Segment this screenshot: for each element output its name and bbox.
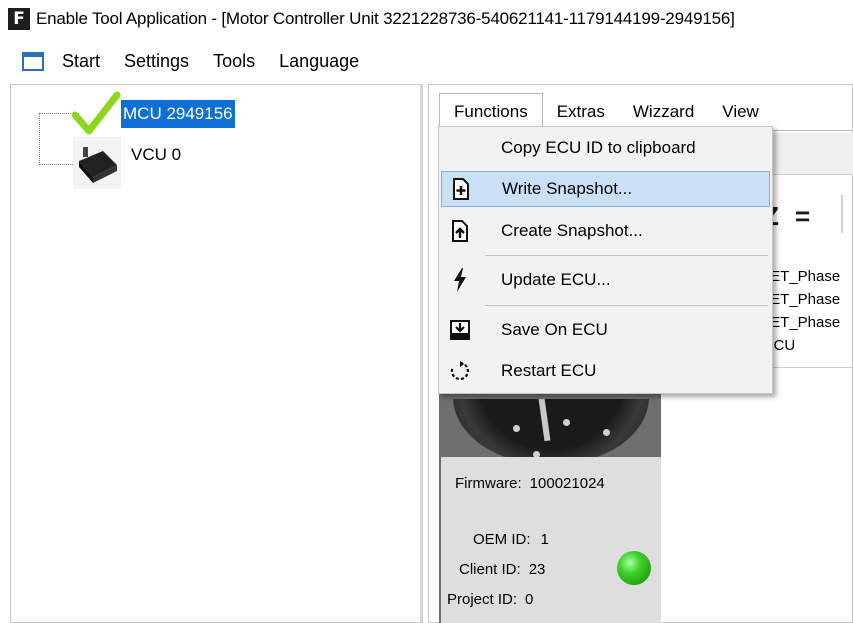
vcu-device-icon: [73, 137, 121, 189]
device-tree[interactable]: MCU 2949156 VCU 0: [10, 84, 423, 623]
status-led: [617, 551, 651, 585]
restart-icon: [441, 361, 479, 381]
write-snapshot-icon: [442, 178, 480, 200]
menu-bar: Start Settings Tools Language: [0, 40, 853, 82]
oem-id-label: OEM ID:: [473, 531, 531, 548]
save-icon: [441, 320, 479, 340]
menu-language[interactable]: Language: [279, 51, 359, 72]
menu-start[interactable]: Start: [62, 51, 100, 72]
motor-controller-image: [453, 399, 649, 465]
menu-item-label: Copy ECU ID to clipboard: [501, 138, 696, 157]
project-id-label: Project ID:: [447, 591, 518, 608]
menu-item-create-snapshot[interactable]: Create Snapshot...: [441, 213, 770, 249]
client-id-label: Client ID:: [459, 561, 521, 578]
title-bar: F Enable Tool Application - [Motor Contr…: [0, 0, 853, 38]
functions-dropdown: Copy ECU ID to clipboard Write Snapshot.…: [438, 126, 773, 394]
window-title: Enable Tool Application - [Motor Control…: [36, 9, 735, 28]
firmware-value: 100021024: [529, 475, 605, 492]
list-item[interactable]: FET_Phase: [761, 265, 853, 288]
menu-item-write-snapshot[interactable]: Write Snapshot...: [441, 171, 770, 207]
check-icon: [71, 91, 121, 135]
toolbar-separator: [841, 195, 843, 233]
parameter-list: FET_Phase FET_Phase FET_Phase MCU: [761, 265, 853, 357]
menu-settings[interactable]: Settings: [124, 51, 189, 72]
project-id-value: 0: [525, 591, 534, 608]
menu-separator: [485, 255, 768, 256]
menu-separator: [485, 305, 768, 306]
tree-node-vcu[interactable]: VCU 0: [73, 137, 183, 189]
menu-item-label: Write Snapshot...: [502, 179, 633, 198]
menu-item-save-on-ecu[interactable]: Save On ECU: [441, 312, 770, 348]
list-item[interactable]: FET_Phase: [761, 311, 853, 334]
tree-label-mcu[interactable]: MCU 2949156: [121, 100, 235, 128]
menu-item-label: Create Snapshot...: [501, 221, 643, 240]
menu-item-label: Update ECU...: [501, 270, 611, 289]
lightning-icon: [441, 268, 479, 292]
window-icon[interactable]: [22, 51, 44, 71]
menu-item-update-ecu[interactable]: Update ECU...: [441, 262, 770, 298]
device-info-panel: Firmware: 100021024 OEM ID: 1 Client ID:…: [441, 457, 661, 623]
client-id-value: 23: [528, 561, 546, 578]
tree-connector: [39, 113, 40, 165]
tab-strip: Functions Extras Wizzard View: [439, 91, 773, 131]
firmware-label: Firmware:: [455, 475, 522, 492]
menu-item-label: Save On ECU: [501, 320, 608, 339]
toolbar-equals-icon[interactable]: =: [795, 201, 810, 232]
menu-item-restart-ecu[interactable]: Restart ECU: [441, 353, 770, 389]
menu-item-copy-ecu-id[interactable]: Copy ECU ID to clipboard: [441, 130, 770, 166]
tree-connector: [39, 164, 75, 165]
app-icon: F: [8, 8, 30, 30]
menu-item-label: Restart ECU: [501, 361, 597, 380]
tree-label-vcu[interactable]: VCU 0: [129, 141, 183, 169]
create-snapshot-icon: [441, 220, 479, 242]
list-item[interactable]: FET_Phase: [761, 288, 853, 311]
list-item[interactable]: MCU: [761, 334, 853, 357]
oem-id-value: 1: [540, 531, 549, 548]
tree-node-mcu[interactable]: MCU 2949156: [71, 91, 235, 137]
menu-tools[interactable]: Tools: [213, 51, 255, 72]
